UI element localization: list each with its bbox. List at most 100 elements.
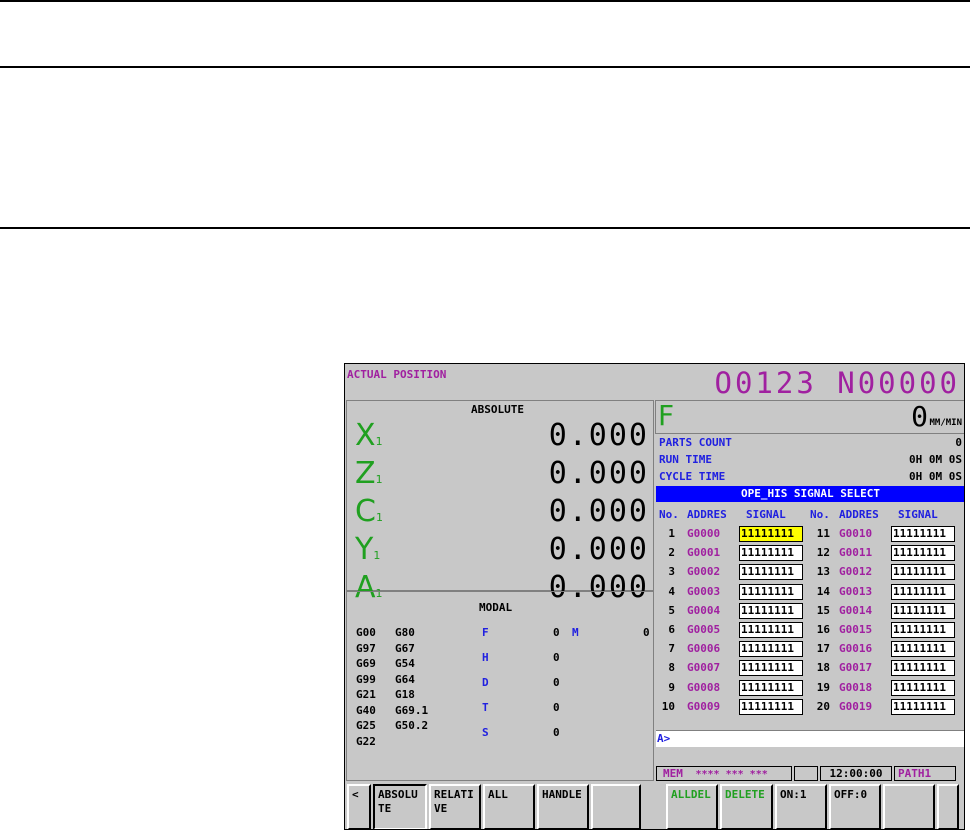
axis-label-z: Z1 <box>355 459 383 495</box>
signal-value-field[interactable]: 11111111 <box>891 622 955 638</box>
axis-subscript: 1 <box>375 473 383 486</box>
axis-name: Y <box>355 532 374 567</box>
signal-no: 16 <box>816 623 830 636</box>
signal-address: G0016 <box>839 642 873 656</box>
signal-address: G0018 <box>839 680 873 694</box>
feed-panel: F 0 MM/MIN <box>655 400 964 434</box>
axis-name: X <box>355 418 376 453</box>
softkey-left-1[interactable]: ABSOLU TE <box>373 784 427 829</box>
signal-no: 4 <box>668 584 675 598</box>
signal-value-field[interactable]: 11111111 <box>891 660 955 677</box>
signal-address: G0010 <box>839 527 873 540</box>
signal-value-field[interactable]: 11111111 <box>891 526 955 542</box>
modal-panel: MODAL G00 G80 G97 G67 G69 G54 G99 G64 G21 G18 G40 G… <box>346 591 654 781</box>
counter-value: 0 <box>955 436 962 449</box>
counter-label: RUN TIME <box>659 453 712 466</box>
softkey-right-3[interactable]: OFF:0 <box>829 784 881 829</box>
softkey-right-1[interactable]: DELETE <box>720 784 773 829</box>
softkey-left-2[interactable]: RELATI VE <box>429 784 481 829</box>
signal-no: 18 <box>816 661 830 675</box>
softkey-right-4[interactable] <box>883 784 935 829</box>
absolute-panel: ABSOLUTE X1 0.000 Z1 0.000 C1 0.000 Y1 0.000 A1 0… <box>346 400 654 603</box>
gcode-left: G22 <box>356 734 376 748</box>
status-mode: MEM <box>663 767 683 780</box>
signal-value-field[interactable]: 11111111 <box>891 545 955 562</box>
signal-address: G0001 <box>687 546 721 560</box>
signal-value-field[interactable]: 11111111 <box>739 698 803 715</box>
signal-value-field[interactable]: 11111111 <box>891 698 955 715</box>
signal-no: 14 <box>816 584 830 598</box>
signal-value-field[interactable]: 11111111 <box>891 641 955 658</box>
signal-no: 2 <box>668 546 675 560</box>
modal-f-value: 0 <box>553 626 560 639</box>
signal-value-field[interactable]: 11111111 <box>739 564 803 581</box>
status-time: 12:00:00 <box>820 766 892 781</box>
signal-value-field[interactable]: 11111111 <box>739 660 803 677</box>
signal-value-field[interactable]: 11111111 <box>891 583 955 600</box>
modal-d-label: D <box>482 676 489 689</box>
signal-value-field[interactable]: 11111111 <box>739 583 803 600</box>
signal-address: G0004 <box>687 603 721 617</box>
screen-title: ACTUAL POSITION <box>347 368 447 381</box>
axis-subscript: 1 <box>375 511 383 524</box>
middle-rule <box>0 66 970 68</box>
signal-value-field[interactable]: 11111111 <box>891 564 955 581</box>
feed-value: 0 <box>911 400 928 433</box>
modal-m-value: 0 <box>643 626 650 639</box>
program-number: O0123 N00000 <box>714 366 960 400</box>
signal-no: 15 <box>816 603 830 617</box>
signal-no: 8 <box>668 661 675 675</box>
signal-value-field[interactable]: 11111111 <box>739 641 803 658</box>
gcode-right: G50.2 <box>395 719 429 732</box>
signal-address: G0009 <box>687 699 721 713</box>
gcode-right: G54 <box>395 657 415 670</box>
axis-subscript: 1 <box>373 549 381 562</box>
softkey-right-2[interactable]: ON:1 <box>775 784 827 829</box>
axis-value-c: 0.000 <box>548 494 649 529</box>
signal-address: G0005 <box>687 623 721 636</box>
top-rule <box>0 0 970 2</box>
signal-value-field[interactable]: 11111111 <box>739 679 803 696</box>
modal-s-value: 0 <box>553 726 560 739</box>
signal-value-field[interactable]: 11111111 <box>891 602 955 619</box>
softkey-left-3[interactable]: ALL <box>483 784 535 829</box>
gcode-left: G00 <box>356 626 376 639</box>
col-no-right: No. <box>810 508 830 521</box>
counter-label: CYCLE TIME <box>659 470 726 483</box>
axis-value-y: 0.000 <box>548 532 649 567</box>
signal-value-field[interactable]: 11111111 <box>739 602 803 619</box>
softkey-left-0[interactable]: < <box>347 784 371 829</box>
modal-h-label: H <box>482 651 489 664</box>
signal-address: G0006 <box>687 642 721 656</box>
signal-no: 3 <box>668 565 675 579</box>
signal-address: G0007 <box>687 661 721 675</box>
signal-value-field[interactable]: 11111111 <box>739 526 803 542</box>
softkey-left-4[interactable]: HANDLE <box>537 784 589 829</box>
gcode-left: G40 <box>356 703 376 717</box>
modal-h-value: 0 <box>553 651 560 664</box>
signal-address: G0014 <box>839 603 873 617</box>
gcode-left: G97 <box>356 641 376 655</box>
signal-address: G0019 <box>839 699 873 713</box>
axis-subscript: 1 <box>375 435 383 448</box>
softkey-left-5[interactable] <box>591 784 641 829</box>
signal-address: G0000 <box>687 527 721 540</box>
feed-unit: MM/MIN <box>929 418 962 428</box>
signal-value-field[interactable]: 11111111 <box>891 679 955 696</box>
signal-no: 6 <box>668 623 675 636</box>
cnc-screen: ACTUAL POSITION O0123 N00000 ABSOLUTE X1… <box>344 363 965 830</box>
signal-no: 12 <box>816 546 830 560</box>
absolute-header: ABSOLUTE <box>471 403 524 416</box>
signal-value-field[interactable]: 11111111 <box>739 545 803 562</box>
modal-s-label: S <box>482 726 489 739</box>
gcode-left: G21 <box>356 688 376 701</box>
signal-value-field[interactable]: 11111111 <box>739 622 803 638</box>
softkey-right-0[interactable]: ALLDEL <box>666 784 718 829</box>
axis-value-x: 0.000 <box>548 418 649 453</box>
counter-label: PARTS COUNT <box>659 436 732 449</box>
col-addr-left: ADDRES <box>687 508 727 521</box>
softkey-right-5[interactable] <box>937 784 959 829</box>
input-line[interactable]: A> <box>656 730 964 747</box>
lower-rule <box>0 227 970 229</box>
signal-no: 17 <box>816 642 830 656</box>
